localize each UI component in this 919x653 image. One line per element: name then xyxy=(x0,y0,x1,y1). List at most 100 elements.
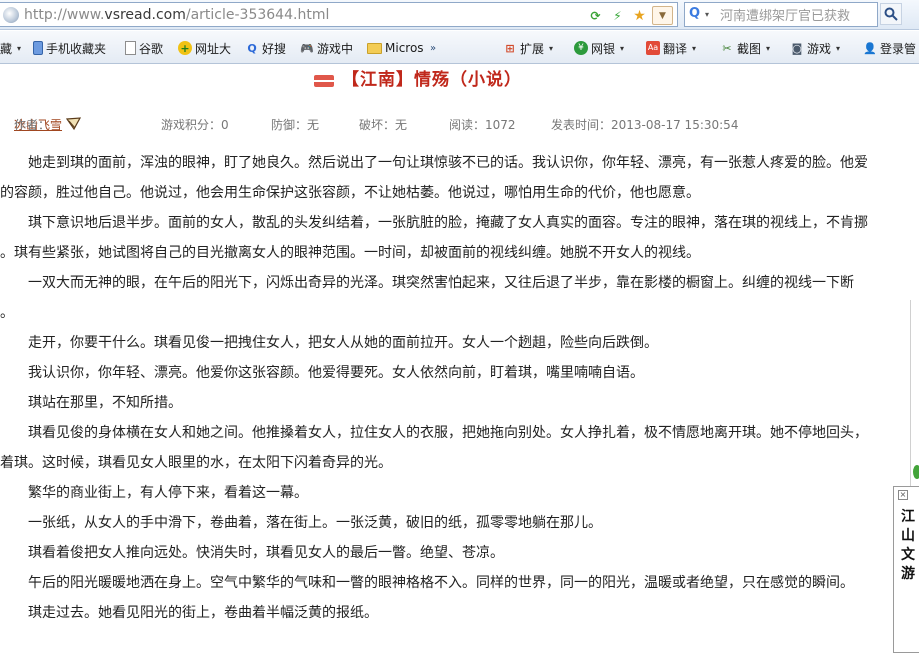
quill-pen-icon xyxy=(66,117,82,131)
search-button[interactable] xyxy=(880,3,902,25)
paragraph: 她走到琪的面前，浑浊的眼神，盯了她良久。然后说出了一句让琪惊骇不已的话。我认识你… xyxy=(0,148,880,208)
toolbar-label: 翻译 xyxy=(663,41,688,56)
gamepad-icon: 🎮 xyxy=(300,41,314,55)
paragraph: 琪站在那里，不知所措。 xyxy=(28,395,182,411)
address-dropdown-icon[interactable]: ▼ xyxy=(652,6,673,25)
toolbar-label: 截图 xyxy=(737,41,762,56)
bookmark-label: 谷歌 xyxy=(139,41,164,56)
plus-circle-icon: + xyxy=(178,41,192,55)
paragraph: 我认识你，你年轻、漂亮。他爱你这张容颜。他爱得要死。女人依然向前，盯着琪，嘴里喃… xyxy=(28,365,644,381)
address-bar[interactable]: http://www.vsread.com/article-353644.htm… xyxy=(0,2,678,27)
chevron-down-icon: ▾ xyxy=(766,43,771,53)
yen-icon: ¥ xyxy=(574,41,588,55)
paragraph: 一张纸，从女人的手中滑下，卷曲着，落在街上。一张泛黄，破旧的纸，孤零零地躺在那儿… xyxy=(28,515,602,531)
right-edge-panel xyxy=(910,300,919,490)
chevron-down-icon: ▾ xyxy=(549,43,554,53)
bookmark-label: 游戏中 xyxy=(317,41,354,56)
author-field: 作者： 冰山飞雪 xyxy=(14,116,82,133)
paragraph-line: 一双大而无神的眼，在午后的阳光下，闪烁出奇异的光泽。琪突然害怕起来，又往后退了半… xyxy=(28,275,854,291)
article-title: 【江南】情殇（小说） xyxy=(342,70,522,90)
green-badge-icon xyxy=(913,465,919,479)
author-label: 作者： xyxy=(14,118,51,132)
category-flag-icon xyxy=(314,75,334,87)
bookmarks-overflow[interactable]: » xyxy=(430,39,436,57)
speed-mode-icon[interactable]: ⚡ xyxy=(608,6,627,25)
page-icon xyxy=(125,41,136,55)
paragraph-line: 琪看见俊的身体横在女人和她之间。他推搡着女人，拉住女人的衣服，把她拖向别处。女人… xyxy=(28,425,868,441)
url-prefix: http://www. xyxy=(24,7,105,23)
folder-icon xyxy=(367,42,382,54)
bookmark-google[interactable]: 谷歌 xyxy=(125,39,163,57)
bookmark-label: 好搜 xyxy=(262,41,287,56)
publish-time: 发表时间：2013-08-17 15:30:54 xyxy=(551,118,739,132)
paragraph: 一双大而无神的眼，在午后的阳光下，闪烁出奇异的光泽。琪突然害怕起来，又往后退了半… xyxy=(0,268,880,328)
side-float-widget[interactable]: × 江山文游 xyxy=(893,486,919,653)
paragraph-line: 开。 xyxy=(0,305,14,321)
url-path: /article-353644.html xyxy=(185,7,330,23)
page-content: 【江南】情殇（小说） 作者： 冰山飞雪 游戏积分：0 防御：无 破坏：无 阅读：1… xyxy=(0,65,919,653)
chevron-down-icon: ▾ xyxy=(836,43,841,53)
refresh-icon[interactable]: ⟳ xyxy=(586,6,605,25)
address-toolbar: http://www.vsread.com/article-353644.htm… xyxy=(0,0,919,30)
chevron-down-icon: ▾ xyxy=(692,43,697,53)
article-title-row: 【江南】情殇（小说） xyxy=(0,65,892,90)
toolbar-label: 扩展 xyxy=(520,41,545,56)
address-actions: ⟳ ⚡ ★ ▼ xyxy=(586,6,673,25)
paragraph: 琪走过去。她看见阳光的街上，卷曲着半幅泛黄的报纸。 xyxy=(28,605,378,621)
bookmark-label: 手机收藏夹 xyxy=(46,41,107,56)
url-host: vsread.com xyxy=(104,7,186,23)
search-q-icon: Q xyxy=(247,41,257,55)
paragraph: 琪看见俊的身体横在女人和她之间。他推搡着女人，拉住女人的衣服，把她拖向别处。女人… xyxy=(0,418,880,478)
search-input[interactable] xyxy=(720,5,876,24)
paragraph: 繁华的商业街上，有人停下来，看着这一幕。 xyxy=(28,485,308,501)
paragraph-line: 她走到琪的面前，浑浊的眼神，盯了她良久。然后说出了一句让琪惊骇不已的话。我认识你… xyxy=(28,155,868,171)
bookmark-mobile-favorites[interactable]: 手机收藏夹 xyxy=(33,39,106,57)
bookmark-label: 网址大 xyxy=(195,41,232,56)
toolbar-extensions[interactable]: ⊞ 扩展 ▾ xyxy=(503,39,553,57)
translate-icon: Aa xyxy=(646,41,660,55)
toolbar-label: 登录管 xyxy=(880,41,917,56)
paragraph: 琪看着俊把女人推向远处。快消失时，琪看见女人的最后一瞥。绝望、苍凉。 xyxy=(28,545,504,561)
phone-icon xyxy=(33,41,43,55)
bookmark-label: 藏 xyxy=(0,41,13,56)
address-url[interactable]: http://www.vsread.com/article-353644.htm… xyxy=(24,7,329,23)
close-icon[interactable]: × xyxy=(898,490,908,500)
bookmark-folder-micros[interactable]: Micros xyxy=(367,39,424,57)
chevron-down-icon: ▾ xyxy=(17,43,22,53)
bookmark-favorites[interactable]: 藏 ▾ xyxy=(0,39,21,57)
double-chevron-right-icon: » xyxy=(430,42,437,54)
scissors-icon: ✂ xyxy=(722,41,732,55)
paragraph-line: 开。琪有些紧张，她试图将自己的目光撤离女人的眼神范围。一时间，却被面前的视线纠缠… xyxy=(0,245,700,261)
toolbar-games[interactable]: ◙ 游戏 ▾ xyxy=(790,39,840,57)
toolbar-online-banking[interactable]: ¥ 网银 ▾ xyxy=(574,39,624,57)
toolbar-login-manager[interactable]: 👤 登录管 xyxy=(863,39,916,57)
bookmarks-toolbar: 藏 ▾ 手机收藏夹 谷歌 + 网址大 Q 好搜 🎮 游戏中 Micros » ⊞ 扩展 ▾ … xyxy=(0,31,919,64)
paragraph: 走开，你要干什么。琪看见俊一把拽住女人，把女人从她的面前拉开。女人一个趔趄，险些… xyxy=(28,335,658,351)
bookmark-site-nav[interactable]: + 网址大 xyxy=(178,39,231,57)
bookmark-game-center[interactable]: 🎮 游戏中 xyxy=(300,39,353,57)
bookmark-label: Micros xyxy=(385,41,424,55)
toolbar-label: 游戏 xyxy=(807,41,832,56)
paragraph-line: 看着琪。这时候，琪看见女人眼里的水，在太阳下闪着奇异的光。 xyxy=(0,455,392,471)
paragraph: 午后的阳光暖暖地洒在身上。空气中繁华的气味和一瞥的眼神格格不入。同样的世界，同一… xyxy=(28,575,854,591)
paragraph-line: 琪下意识地后退半步。面前的女人，散乱的头发纠结着，一张肮脏的脸，掩藏了女人真实的… xyxy=(28,215,868,231)
side-widget-text: 江山文游 xyxy=(901,509,915,582)
extension-grid-icon: ⊞ xyxy=(505,41,515,55)
game-pad-icon: ◙ xyxy=(791,41,803,55)
login-icon: 👤 xyxy=(863,41,877,55)
bookmark-haosou[interactable]: Q 好搜 xyxy=(245,39,286,57)
damage-value: 破坏：无 xyxy=(359,118,408,132)
magnifier-icon xyxy=(884,7,898,21)
read-count: 阅读：1072 xyxy=(449,118,516,132)
article-meta: 作者： 冰山飞雪 游戏积分：0 防御：无 破坏：无 阅读：1072 发表时间：20… xyxy=(14,116,894,132)
defense-value: 防御：无 xyxy=(271,118,320,132)
toolbar-label: 网银 xyxy=(591,41,616,56)
favorite-star-icon[interactable]: ★ xyxy=(630,6,649,25)
search-engine-caret-icon[interactable]: ▾ xyxy=(705,10,709,19)
page-globe-icon xyxy=(3,7,19,23)
search-box: Q ▾ xyxy=(684,2,878,27)
paragraph-line: 你的容颜，胜过他自己。他说过，他会用生命保护这张容颜，不让她枯萎。他说过，哪怕用… xyxy=(0,185,700,201)
game-score: 游戏积分：0 xyxy=(161,118,229,132)
toolbar-screenshot[interactable]: ✂ 截图 ▾ xyxy=(720,39,770,57)
toolbar-translate[interactable]: Aa 翻译 ▾ xyxy=(646,39,696,57)
